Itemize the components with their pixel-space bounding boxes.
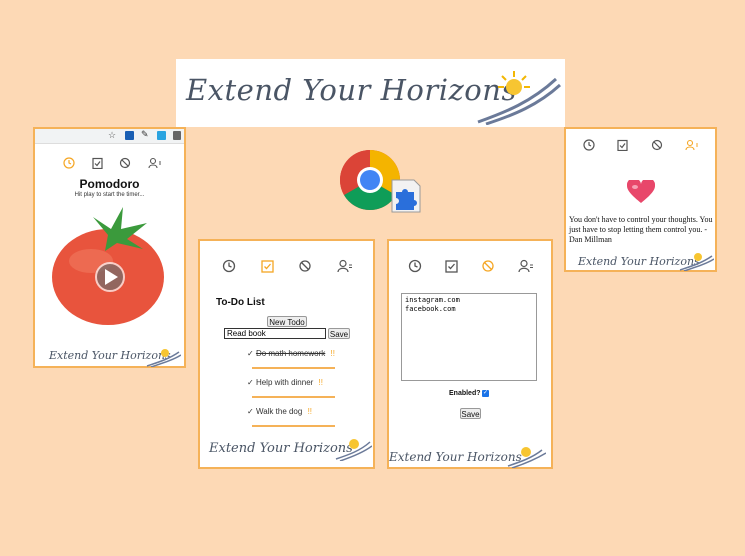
save-todo-button[interactable]: Save bbox=[328, 328, 350, 339]
list-item[interactable]: ✓ Do math homework !! bbox=[247, 349, 335, 358]
block-icon[interactable] bbox=[298, 259, 312, 273]
sun-road-logo-icon bbox=[477, 71, 561, 125]
delete-todo-button[interactable]: !! bbox=[331, 349, 335, 358]
star-icon[interactable]: ☆ bbox=[108, 130, 116, 141]
quote-text: You don't have to control your thoughts.… bbox=[569, 215, 713, 244]
blocker-panel: instagram.com facebook.com Enabled? ✓ Sa… bbox=[387, 239, 553, 469]
delete-todo-button[interactable]: !! bbox=[319, 378, 323, 387]
todo-text: Help with dinner bbox=[255, 378, 314, 387]
list-item[interactable]: ✓ Walk the dog !! bbox=[247, 407, 312, 416]
block-icon[interactable] bbox=[119, 157, 131, 169]
pomodoro-subtitle: Hit play to start the timer... bbox=[74, 192, 145, 198]
play-button[interactable] bbox=[95, 262, 125, 292]
pomodoro-panel: ☆ ✎ Pomodoro Hit play to start the timer… bbox=[33, 127, 186, 368]
todo-text: Do math homework bbox=[255, 349, 326, 358]
account-icon[interactable] bbox=[518, 259, 534, 273]
block-icon[interactable] bbox=[651, 139, 663, 151]
quote-panel: You don't have to control your thoughts.… bbox=[564, 127, 717, 272]
todo-input[interactable]: Read book bbox=[224, 328, 326, 339]
todo-panel: To-Do List New Todo Read book Save ✓ Do … bbox=[198, 239, 375, 469]
eyedropper-icon[interactable]: ✎ bbox=[141, 129, 149, 140]
sun-road-logo-icon bbox=[507, 447, 546, 468]
footer-brand-text: Extend Your Horizons bbox=[209, 441, 353, 456]
todo-clipboard-icon[interactable] bbox=[445, 259, 458, 273]
delete-todo-button[interactable]: !! bbox=[308, 407, 312, 416]
timer-icon[interactable] bbox=[63, 157, 75, 169]
sun-road-logo-icon bbox=[335, 439, 372, 461]
check-icon[interactable]: ✓ bbox=[247, 378, 254, 387]
timer-icon[interactable] bbox=[583, 139, 595, 151]
sun-road-logo-icon bbox=[146, 349, 181, 367]
extension-icon[interactable] bbox=[125, 131, 134, 140]
check-icon[interactable]: ✓ bbox=[247, 407, 254, 416]
puzzle-piece-icon bbox=[391, 179, 421, 213]
timer-icon[interactable] bbox=[222, 259, 236, 273]
blocked-sites-textarea[interactable]: instagram.com facebook.com bbox=[401, 293, 537, 381]
timer-icon[interactable] bbox=[408, 259, 422, 273]
divider bbox=[252, 396, 335, 398]
save-blocker-button[interactable]: Save bbox=[460, 408, 481, 419]
nav-bar bbox=[55, 155, 170, 171]
nav-bar bbox=[572, 138, 710, 152]
list-item[interactable]: ✓ Help with dinner !! bbox=[247, 378, 323, 387]
footer-brand-text: Extend Your Horizons bbox=[389, 450, 522, 464]
check-icon[interactable]: ✓ bbox=[247, 349, 254, 358]
extension-icon-2[interactable] bbox=[157, 131, 166, 140]
heart-icon bbox=[627, 180, 655, 203]
divider bbox=[252, 425, 335, 427]
enabled-checkbox[interactable]: ✓ bbox=[482, 390, 489, 397]
account-icon[interactable] bbox=[685, 139, 699, 151]
extension-icon-3[interactable] bbox=[173, 131, 181, 140]
brand-banner-title: Extend Your Horizons bbox=[186, 73, 517, 107]
account-icon[interactable] bbox=[148, 157, 162, 169]
todo-clipboard-icon[interactable] bbox=[261, 259, 274, 273]
brand-banner: Extend Your Horizons bbox=[176, 59, 565, 127]
todo-clipboard-icon[interactable] bbox=[92, 157, 103, 170]
nav-bar bbox=[210, 258, 365, 274]
account-icon[interactable] bbox=[337, 259, 353, 273]
divider bbox=[252, 367, 335, 369]
block-icon[interactable] bbox=[481, 259, 495, 273]
pomodoro-title: Pomodoro bbox=[79, 177, 140, 191]
tomato-timer-icon bbox=[52, 207, 164, 325]
enabled-label: Enabled? bbox=[449, 390, 481, 397]
new-todo-button[interactable]: New Todo bbox=[267, 316, 307, 327]
chrome-extension-logo bbox=[338, 148, 426, 218]
todo-clipboard-icon[interactable] bbox=[617, 139, 628, 152]
todo-heading: To-Do List bbox=[216, 297, 265, 308]
browser-toolbar: ☆ ✎ bbox=[35, 129, 184, 144]
sun-road-logo-icon bbox=[679, 253, 714, 271]
todo-text: Walk the dog bbox=[255, 407, 303, 416]
nav-bar bbox=[397, 258, 545, 274]
